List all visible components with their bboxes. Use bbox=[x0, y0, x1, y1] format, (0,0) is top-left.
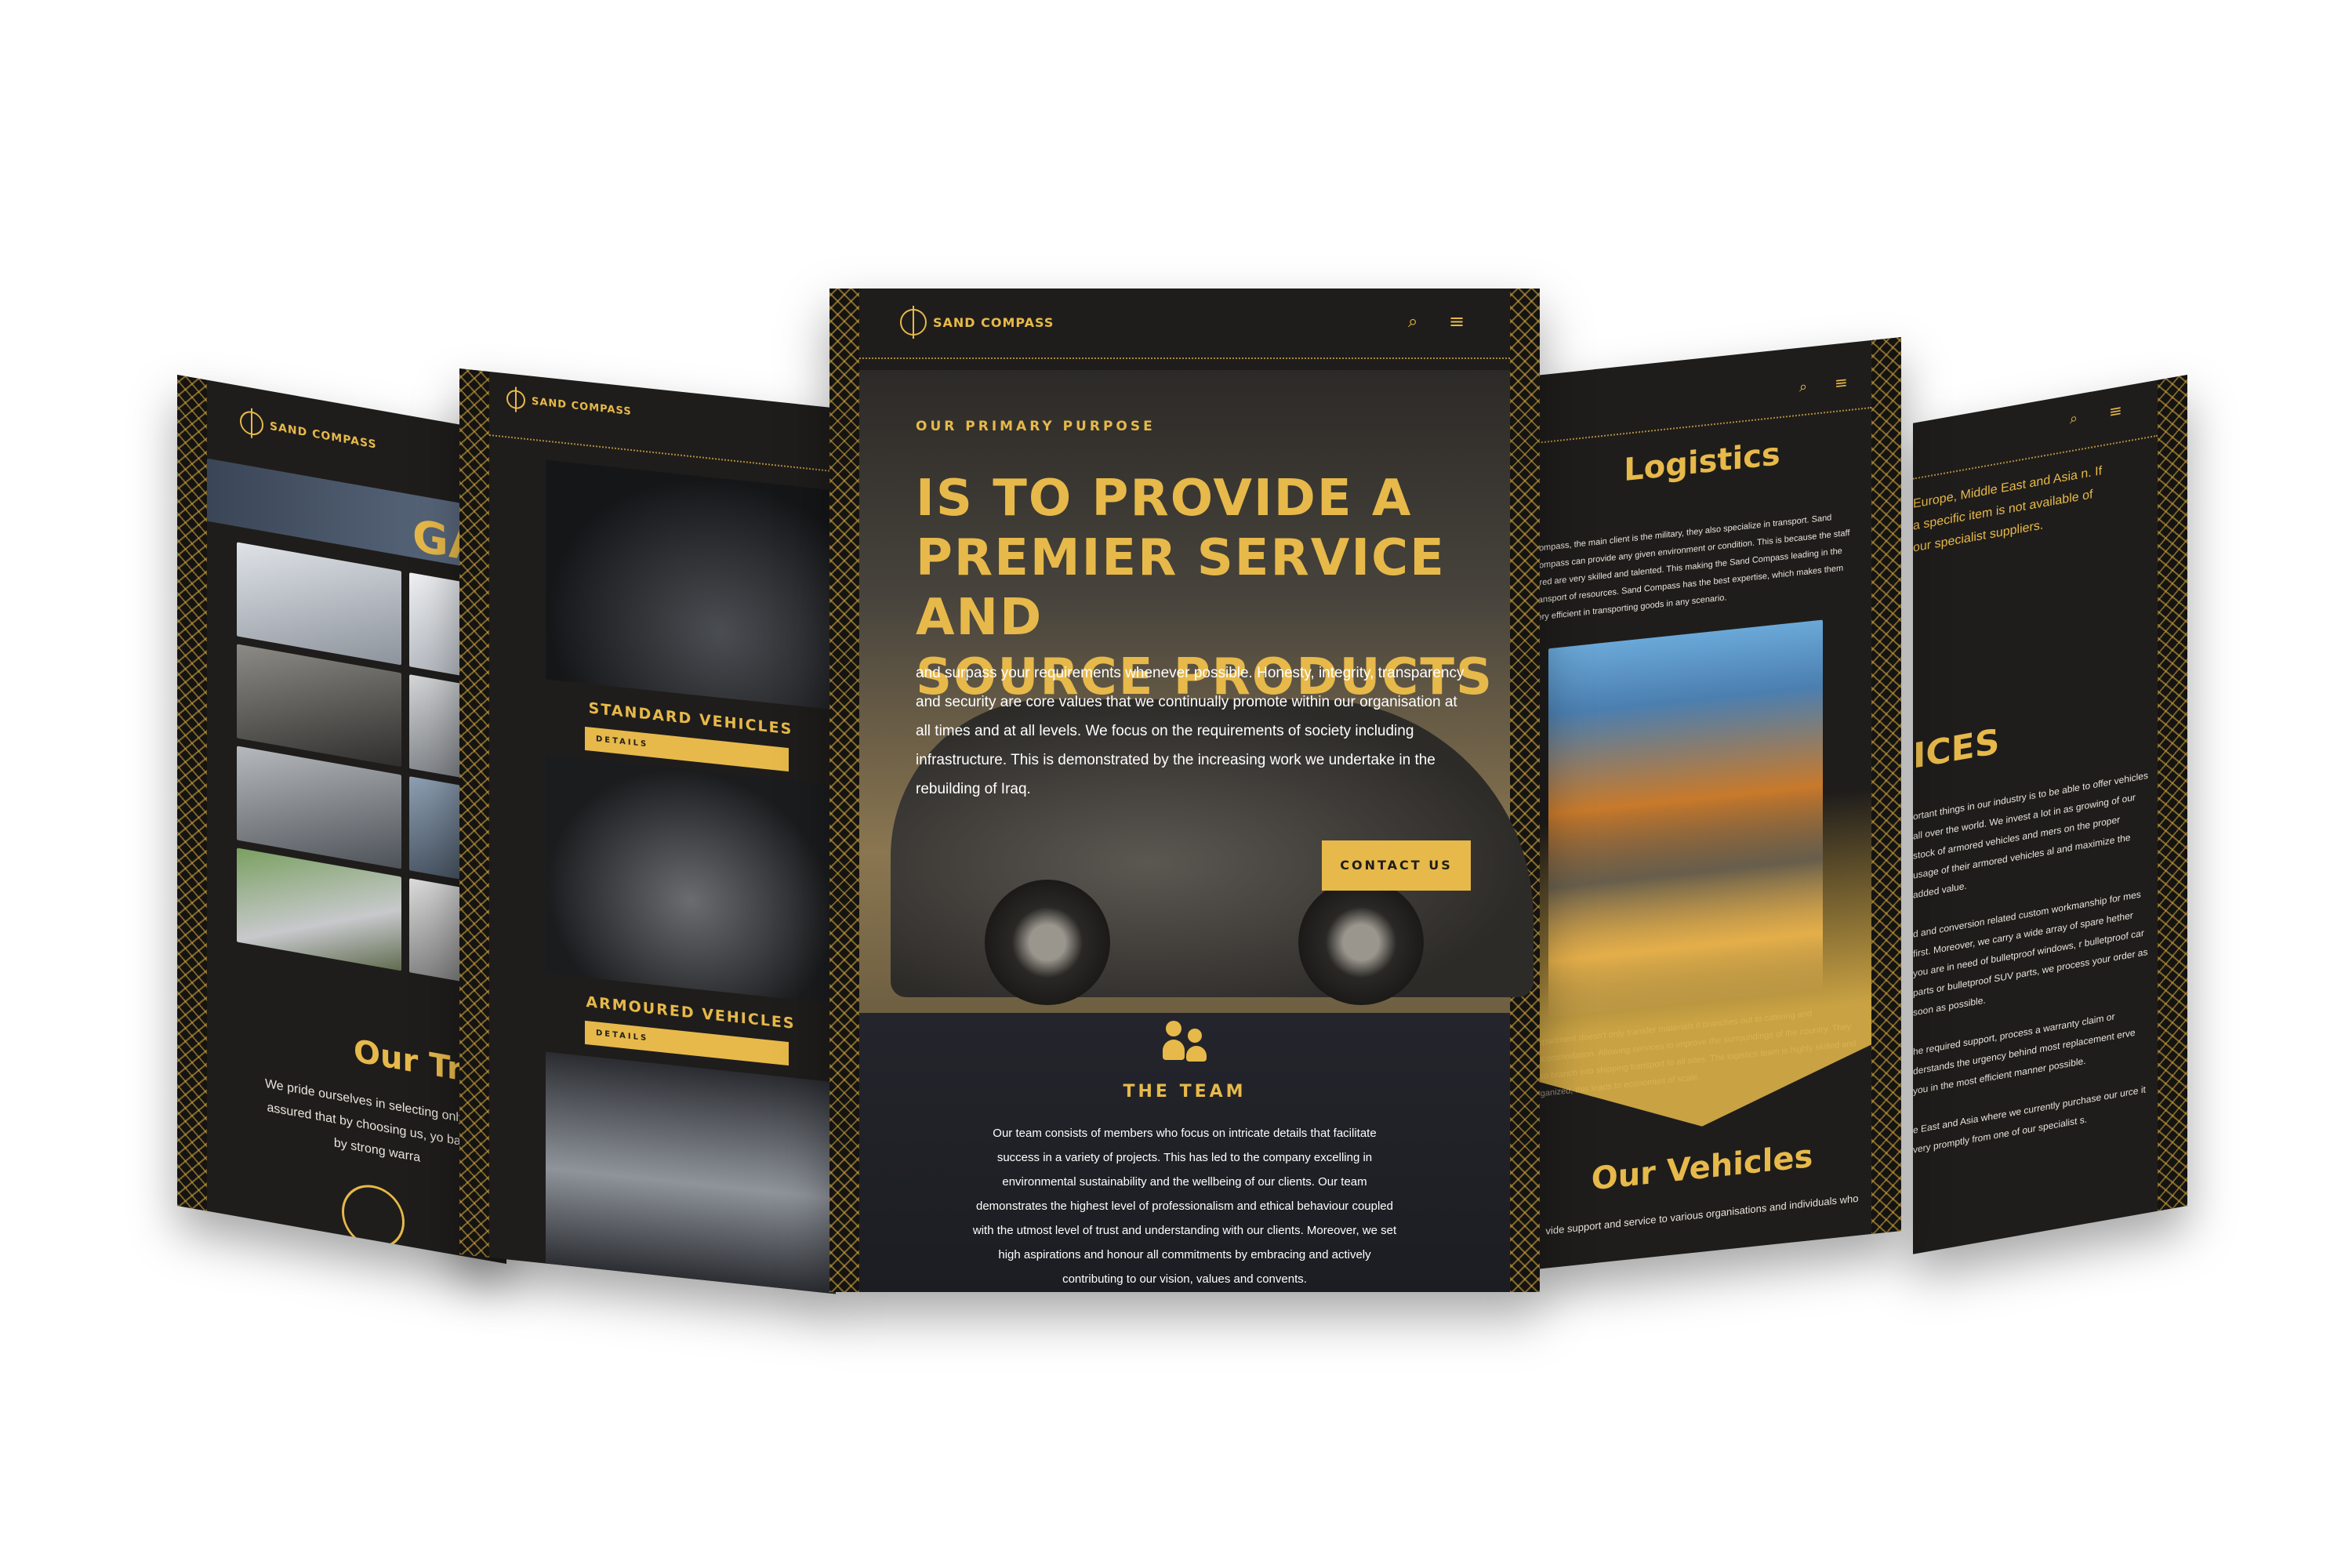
team-title: THE TEAM bbox=[1123, 1082, 1247, 1102]
brand-logo[interactable]: SAND COMPASS bbox=[240, 409, 377, 457]
headline-line: IS TO PROVIDE A bbox=[916, 470, 1413, 528]
divider bbox=[489, 434, 836, 473]
pattern-border-right bbox=[1510, 289, 1540, 1292]
search-icon[interactable]: ⌕ bbox=[1799, 379, 1807, 396]
pattern-border-left bbox=[177, 375, 207, 1211]
pattern-border-left bbox=[829, 289, 859, 1292]
vehicles-heading: Our Vehicles bbox=[1591, 1138, 1813, 1198]
menu-icon[interactable]: ≡ bbox=[2109, 401, 2122, 422]
menu-icon[interactable]: ≡ bbox=[1835, 372, 1848, 393]
pattern-border-right bbox=[2158, 375, 2187, 1211]
services-heading: ICES bbox=[1913, 721, 2000, 777]
vehicle-image-truck[interactable] bbox=[546, 1051, 836, 1294]
compass-icon bbox=[900, 309, 927, 336]
hero-body: and surpass your requirements whenever p… bbox=[916, 665, 1465, 797]
gallery-image[interactable] bbox=[237, 542, 401, 666]
car-wheel bbox=[1298, 880, 1424, 1005]
brand-logo[interactable]: SAND COMPASS bbox=[900, 309, 1054, 336]
headline-line: PREMIER SERVICE AND bbox=[916, 529, 1446, 647]
search-icon[interactable]: ⌕ bbox=[2070, 410, 2078, 428]
logistics-intro: Compass, the main client is the military… bbox=[1533, 513, 1850, 623]
eyebrow-text: OUR PRIMARY PURPOSE bbox=[916, 419, 1156, 434]
mockup-stage: SAND COMPASS GAL Our Trus We pride ourse… bbox=[0, 0, 2352, 1568]
compass-icon bbox=[342, 1180, 405, 1254]
services-paragraph: ortant things in our industry is to be a… bbox=[1913, 769, 2148, 901]
gallery-page-panel: SAND COMPASS GAL Our Trus We pride ourse… bbox=[177, 375, 506, 1265]
team-text: Our team consists of members who focus o… bbox=[972, 1127, 1397, 1286]
contact-us-button[interactable]: CONTACT US bbox=[1322, 840, 1471, 891]
services-paragraph: d and conversion related custom workmans… bbox=[1913, 888, 2148, 1018]
port-image bbox=[1548, 619, 1823, 1018]
logistics-page-panel: ⌕ ≡ Logistics Compass, the main client i… bbox=[1533, 337, 1901, 1270]
divider bbox=[859, 358, 1510, 359]
compass-icon bbox=[240, 409, 263, 437]
compass-icon bbox=[506, 389, 525, 410]
search-icon[interactable]: ⌕ bbox=[1408, 312, 1417, 332]
gallery-image[interactable] bbox=[237, 746, 401, 869]
vehicle-image-standard[interactable] bbox=[546, 459, 836, 710]
brand-logo[interactable]: SAND COMPASS bbox=[506, 389, 632, 421]
services-page-panel: ⌕ ≡ Europe, Middle East and Asia n. If a… bbox=[1913, 375, 2187, 1254]
team-icon bbox=[1163, 1018, 1210, 1065]
home-page-panel: SAND COMPASS ⌕ ≡ OUR PRIMARY PURPOSE IS … bbox=[829, 289, 1540, 1292]
vehicles-page-panel: SAND COMPASS STANDARD VEHICLES DETAILS A… bbox=[459, 368, 836, 1294]
pattern-border-right bbox=[1871, 337, 1901, 1234]
gallery-image[interactable] bbox=[237, 848, 401, 971]
pattern-border-left bbox=[459, 368, 489, 1258]
gallery-image[interactable] bbox=[237, 644, 401, 768]
vehicle-image-armoured[interactable] bbox=[546, 753, 836, 1004]
car-wheel bbox=[985, 880, 1110, 1005]
menu-icon[interactable]: ≡ bbox=[1449, 310, 1465, 332]
logistics-note: department doesn't only transfer materia… bbox=[1533, 1008, 1857, 1100]
